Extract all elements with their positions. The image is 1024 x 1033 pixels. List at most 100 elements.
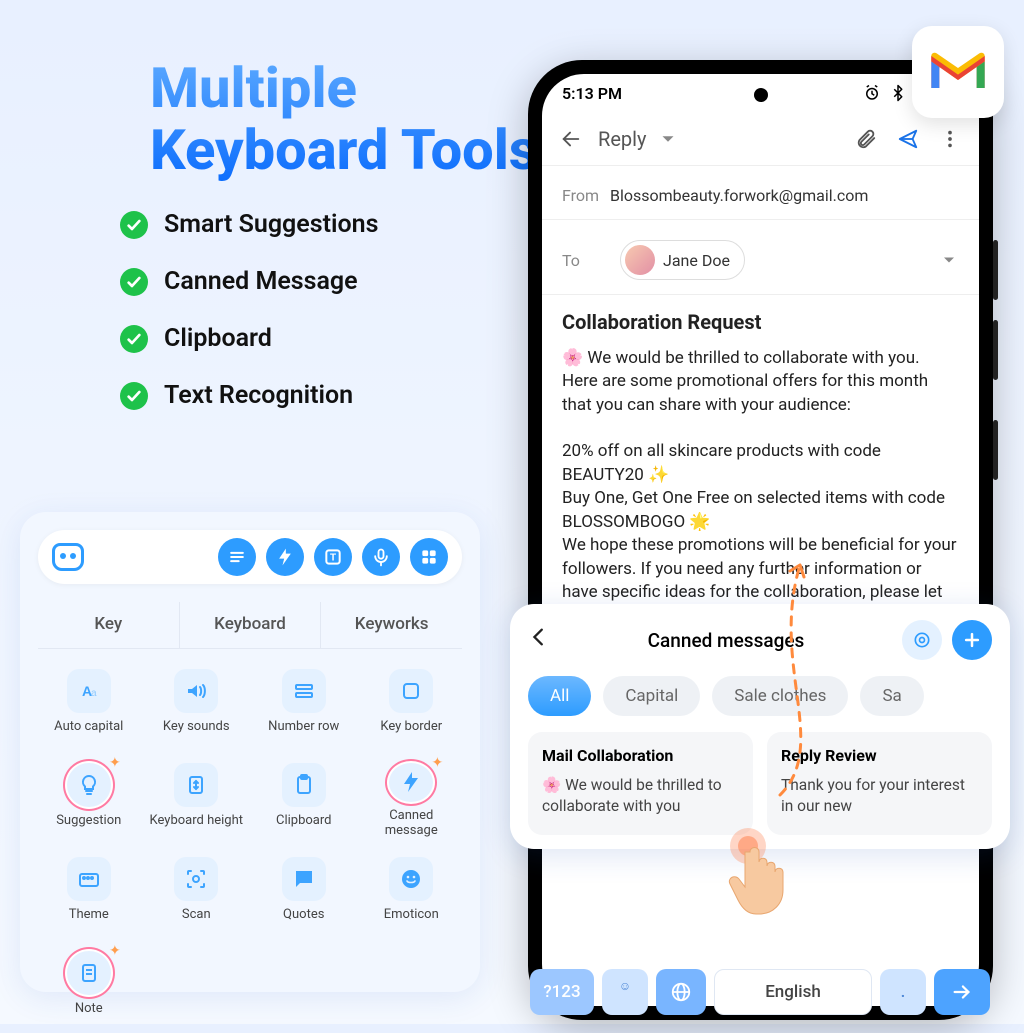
card-title: Mail Collaboration: [542, 746, 739, 765]
camera-hole-icon: [754, 88, 768, 102]
key-dot[interactable]: .: [880, 969, 926, 1015]
mail-topbar: Reply: [542, 112, 979, 166]
cell-theme[interactable]: Theme: [38, 851, 140, 939]
send-icon[interactable]: [897, 128, 919, 150]
canned-add-button[interactable]: [952, 620, 992, 660]
avatar-icon: [625, 245, 655, 275]
canned-cards: Mail Collaboration 🌸 We would be thrille…: [528, 732, 992, 835]
settings-tab-keyboard[interactable]: Keyboard: [180, 602, 322, 648]
feature-label: Smart Suggestions: [164, 210, 378, 239]
toolbar-btn-text-icon[interactable]: T: [314, 538, 352, 576]
cell-key-border[interactable]: Key border: [361, 663, 463, 751]
auto-capital-icon: Aa: [67, 669, 111, 713]
headline: Multiple Keyboard Tools: [150, 58, 538, 181]
check-icon: [120, 211, 148, 239]
phone-mock: 5:13 PM Reply From: [528, 60, 993, 1020]
toolbar-btn-bolt-icon[interactable]: [266, 538, 304, 576]
svg-text:T: T: [330, 552, 336, 563]
topbar-title: Reply: [598, 127, 647, 151]
feature-label: Text Recognition: [164, 381, 353, 410]
status-time: 5:13 PM: [562, 84, 622, 103]
canned-card-mail-collab[interactable]: Mail Collaboration 🌸 We would be thrille…: [528, 732, 753, 835]
bluetooth-icon: [889, 84, 907, 102]
toolbar-btn-lines-icon[interactable]: [218, 538, 256, 576]
height-icon: [174, 763, 218, 807]
sound-icon: [174, 669, 218, 713]
cell-key-sounds[interactable]: Key sounds: [146, 663, 248, 751]
key-symbols[interactable]: ?123: [530, 969, 594, 1015]
feature-item: Smart Suggestions: [120, 210, 378, 239]
canned-settings-icon[interactable]: [902, 620, 942, 660]
cell-scan[interactable]: Scan: [146, 851, 248, 939]
expand-icon[interactable]: [939, 250, 959, 270]
mail-meta: From Blossombeauty.forwork@gmail.com: [542, 166, 979, 220]
toolbar-btn-mic-icon[interactable]: [362, 538, 400, 576]
feature-item: Canned Message: [120, 267, 378, 296]
key-comma[interactable]: ☺: [602, 969, 648, 1015]
keyboard-bottom-row: ?123 ☺ English .: [524, 964, 996, 1020]
feature-item: Clipboard: [120, 324, 378, 353]
key-space[interactable]: English: [714, 969, 872, 1015]
canned-panel: Canned messages All Capital Sale clothes…: [510, 604, 1010, 849]
card-title: Reply Review: [781, 746, 978, 765]
settings-panel: T Key Keyboard Keyworks Aa Auto capital …: [20, 512, 480, 992]
check-icon: [120, 268, 148, 296]
bot-icon[interactable]: [52, 543, 84, 571]
settings-grid: Aa Auto capital Key sounds Number row Ke…: [38, 663, 462, 1033]
mail-subject: Collaboration Request: [562, 309, 959, 337]
cell-note[interactable]: Note: [38, 945, 140, 1033]
phone-screen: 5:13 PM Reply From: [542, 74, 979, 1006]
recipient-chip[interactable]: Jane Doe: [620, 240, 745, 280]
mail-meta-to: To Jane Doe: [542, 220, 979, 295]
canned-title: Canned messages: [560, 629, 892, 652]
key-enter[interactable]: [934, 969, 990, 1015]
settings-tabs: Key Keyboard Keyworks: [38, 602, 462, 649]
from-label: From: [562, 186, 610, 205]
more-icon[interactable]: [939, 128, 961, 150]
cell-emoticon[interactable]: Emoticon: [361, 851, 463, 939]
filter-more[interactable]: Sa: [860, 676, 923, 716]
feature-item: Text Recognition: [120, 381, 378, 410]
mail-body[interactable]: Collaboration Request 🌸 We would be thri…: [542, 295, 979, 628]
settings-tab-keyworks[interactable]: Keyworks: [321, 602, 462, 648]
feature-label: Clipboard: [164, 324, 272, 353]
number-row-icon: [282, 669, 326, 713]
canned-card-reply-review[interactable]: Reply Review Thank you for your interest…: [767, 732, 992, 835]
clipboard-icon: [282, 763, 326, 807]
note-icon: [67, 951, 111, 995]
attach-icon[interactable]: [855, 128, 877, 150]
bulb-icon: [67, 763, 111, 807]
cell-canned-message[interactable]: Canned message: [361, 757, 463, 845]
filter-capital[interactable]: Capital: [603, 676, 700, 716]
emoticon-icon: [389, 857, 433, 901]
settings-toolbar: T: [38, 530, 462, 584]
card-body: 🌸 We would be thrilled to collaborate wi…: [542, 775, 739, 817]
mail-text: 🌸 We would be thrilled to collaborate wi…: [562, 347, 959, 628]
cell-suggestion[interactable]: Suggestion: [38, 757, 140, 845]
quotes-icon: [282, 857, 326, 901]
cell-auto-capital[interactable]: Aa Auto capital: [38, 663, 140, 751]
cell-clipboard[interactable]: Clipboard: [253, 757, 355, 845]
headline-line2: Keyboard Tools: [150, 120, 538, 182]
cell-quotes[interactable]: Quotes: [253, 851, 355, 939]
toolbar-btn-grid-icon[interactable]: [410, 538, 448, 576]
canned-back-icon[interactable]: [528, 626, 550, 654]
dropdown-icon[interactable]: [657, 128, 679, 150]
filter-all[interactable]: All: [528, 676, 591, 716]
settings-tab-key[interactable]: Key: [38, 602, 180, 648]
scan-icon: [174, 857, 218, 901]
bolt-icon: [389, 763, 433, 802]
from-value: Blossombeauty.forwork@gmail.com: [610, 186, 868, 205]
feature-label: Canned Message: [164, 267, 358, 296]
cell-number-row[interactable]: Number row: [253, 663, 355, 751]
alarm-icon: [863, 84, 881, 102]
check-icon: [120, 325, 148, 353]
to-label: To: [562, 251, 610, 270]
back-icon[interactable]: [560, 128, 582, 150]
cell-keyboard-height[interactable]: Keyboard height: [146, 757, 248, 845]
svg-text:a: a: [91, 688, 97, 699]
key-globe[interactable]: [656, 969, 706, 1015]
feature-list: Smart Suggestions Canned Message Clipboa…: [120, 210, 378, 438]
filter-sale-clothes[interactable]: Sale clothes: [712, 676, 848, 716]
theme-icon: [67, 857, 111, 901]
